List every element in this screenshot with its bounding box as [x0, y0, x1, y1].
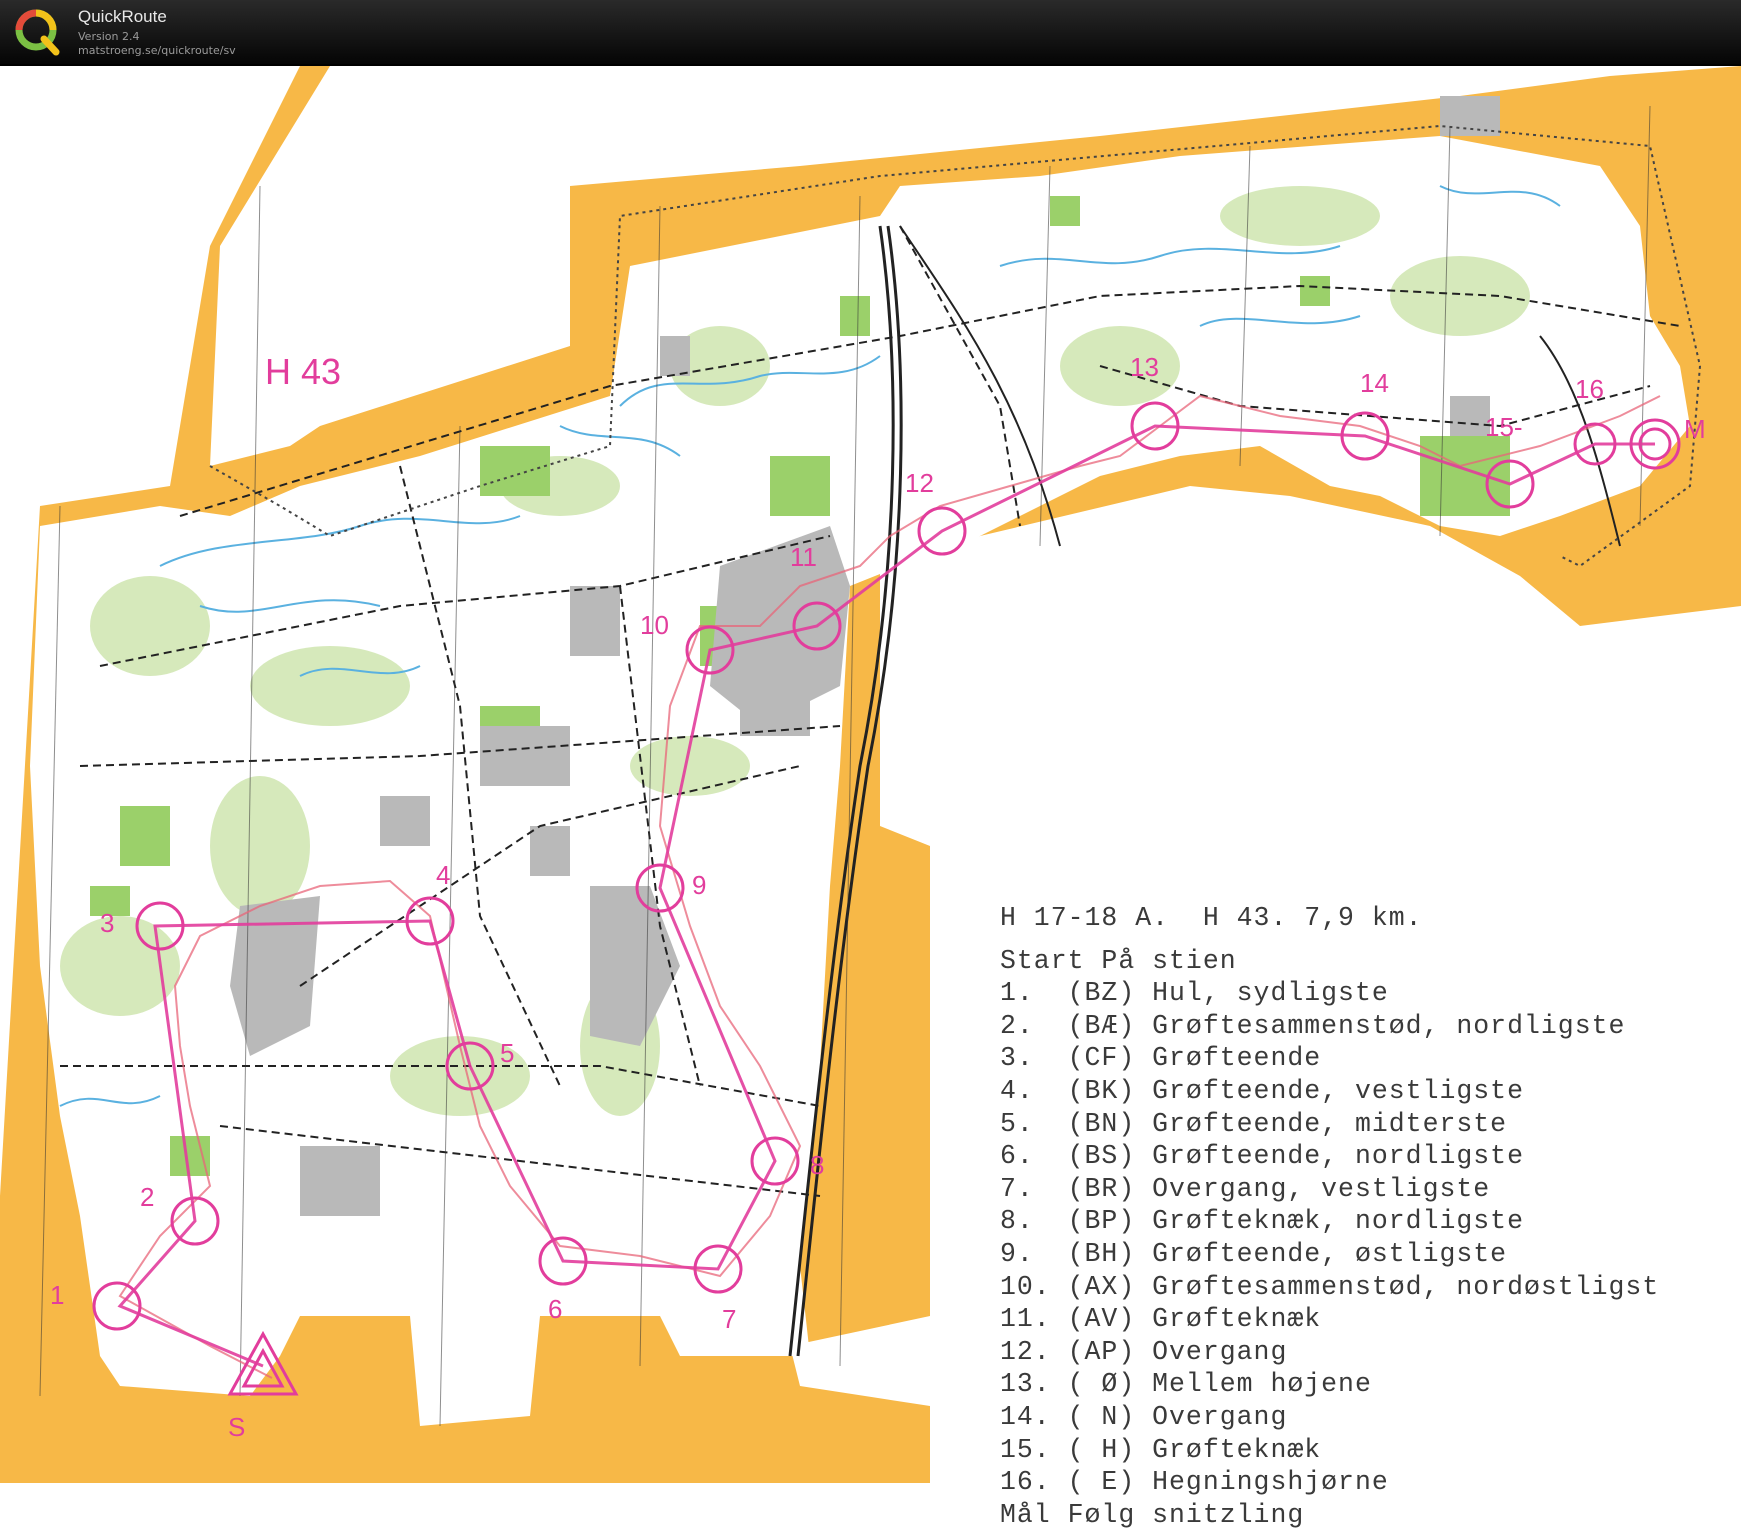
description-item: 16. ( E) Hegningshjørne [1000, 1467, 1389, 1498]
description-header: H 17-18 A. H 43. 7,9 km. [1000, 903, 1423, 933]
description-item: 10. (AX) Grøftesammenstød, nordøstligst [1000, 1271, 1660, 1302]
control-12-label: 12 [905, 468, 934, 498]
description-item: 4. (BK) Grøfteende, vestligste [1000, 1075, 1524, 1106]
control-10-label: 10 [640, 610, 669, 640]
control-14-label: 14 [1360, 368, 1389, 398]
control-8-label: 8 [810, 1150, 824, 1180]
control-16-label: 16 [1575, 374, 1604, 404]
control-15-label: 15- [1485, 412, 1523, 442]
control-2-label: 2 [140, 1182, 154, 1212]
control-4-label: 4 [436, 860, 450, 890]
description-item: 2. (BÆ) Grøftesammenstød, nordligste [1000, 1010, 1626, 1041]
control-1-label: 1 [50, 1280, 64, 1310]
description-item: 8. (BP) Grøfteknæk, nordligste [1000, 1206, 1524, 1237]
description-item: 6. (BS) Grøfteende, nordligste [1000, 1141, 1524, 1172]
description-finish: Mål Følg snitzling [1000, 1499, 1305, 1530]
control-11-label: 11 [790, 542, 817, 572]
control-9-label: 9 [692, 870, 706, 900]
title-bar: QuickRoute Version 2.4 matstroeng.se/qui… [0, 0, 1741, 66]
app-url-link[interactable]: matstroeng.se/quickroute/sv [78, 44, 236, 57]
description-item: 15. ( H) Grøfteknæk [1000, 1434, 1322, 1465]
description-item: 7. (BR) Overgang, vestligste [1000, 1173, 1491, 1204]
description-item: 11. (AV) Grøfteknæk [1000, 1304, 1322, 1335]
control-13-label: 13 [1130, 352, 1159, 382]
description-item: 13. ( Ø) Mellem højene [1000, 1369, 1372, 1400]
description-item: 3. (CF) Grøfteende [1000, 1043, 1322, 1074]
description-item: 5. (BN) Grøfteende, midterste [1000, 1108, 1508, 1139]
control-5-label: 5 [500, 1038, 514, 1068]
description-item: 1. (BZ) Hul, sydligste [1000, 978, 1389, 1009]
quickroute-logo-icon [15, 9, 60, 56]
description-item: 12. (AP) Overgang [1000, 1336, 1288, 1367]
map-viewport[interactable]: H 43 1 2 3 4 5 6 7 8 9 10 11 12 13 14 15… [0, 66, 1741, 1530]
control-3-label: 3 [100, 908, 114, 938]
description-start: Start På stien [1000, 945, 1237, 976]
control-6-label: 6 [548, 1294, 562, 1324]
app-version: Version 2.4 [78, 30, 140, 43]
course-name-label: H 43 [265, 351, 341, 392]
description-item: 9. (BH) Grøfteende, østligste [1000, 1238, 1508, 1269]
app-title: QuickRoute [78, 7, 167, 26]
finish-label: M [1684, 414, 1706, 444]
control-7-label: 7 [722, 1304, 736, 1334]
start-label: S [228, 1412, 245, 1442]
description-item: 14. ( N) Overgang [1000, 1401, 1288, 1432]
control-description-sheet: H 17-18 A. H 43. 7,9 km. Start På stien … [1000, 902, 1741, 1531]
